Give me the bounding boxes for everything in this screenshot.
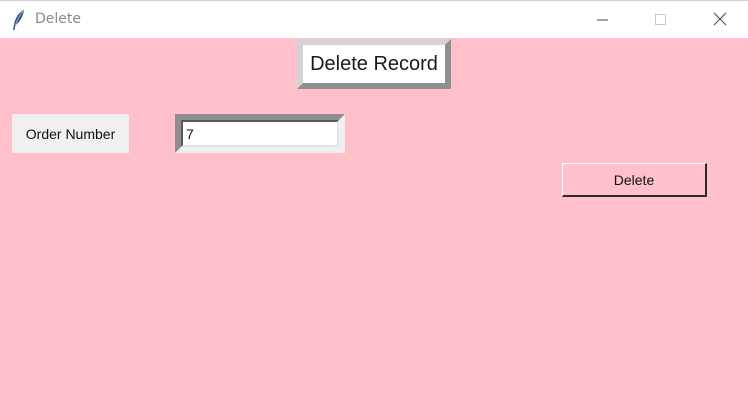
feather-icon xyxy=(11,9,27,31)
minimize-icon xyxy=(597,11,609,30)
page-title: Delete Record xyxy=(297,39,451,89)
maximize-button[interactable] xyxy=(638,1,684,39)
maximize-icon xyxy=(655,11,667,30)
minimize-button[interactable] xyxy=(580,1,626,39)
order-number-input[interactable] xyxy=(181,120,339,147)
window-title: Delete xyxy=(35,11,81,27)
window-content: Delete Record Order Number Delete xyxy=(0,38,748,412)
close-button[interactable] xyxy=(697,1,743,39)
order-number-field-frame xyxy=(175,114,345,153)
close-icon xyxy=(713,11,727,30)
title-bar: Delete xyxy=(0,0,748,38)
delete-button[interactable]: Delete xyxy=(562,163,707,197)
order-number-label: Order Number xyxy=(12,114,129,153)
